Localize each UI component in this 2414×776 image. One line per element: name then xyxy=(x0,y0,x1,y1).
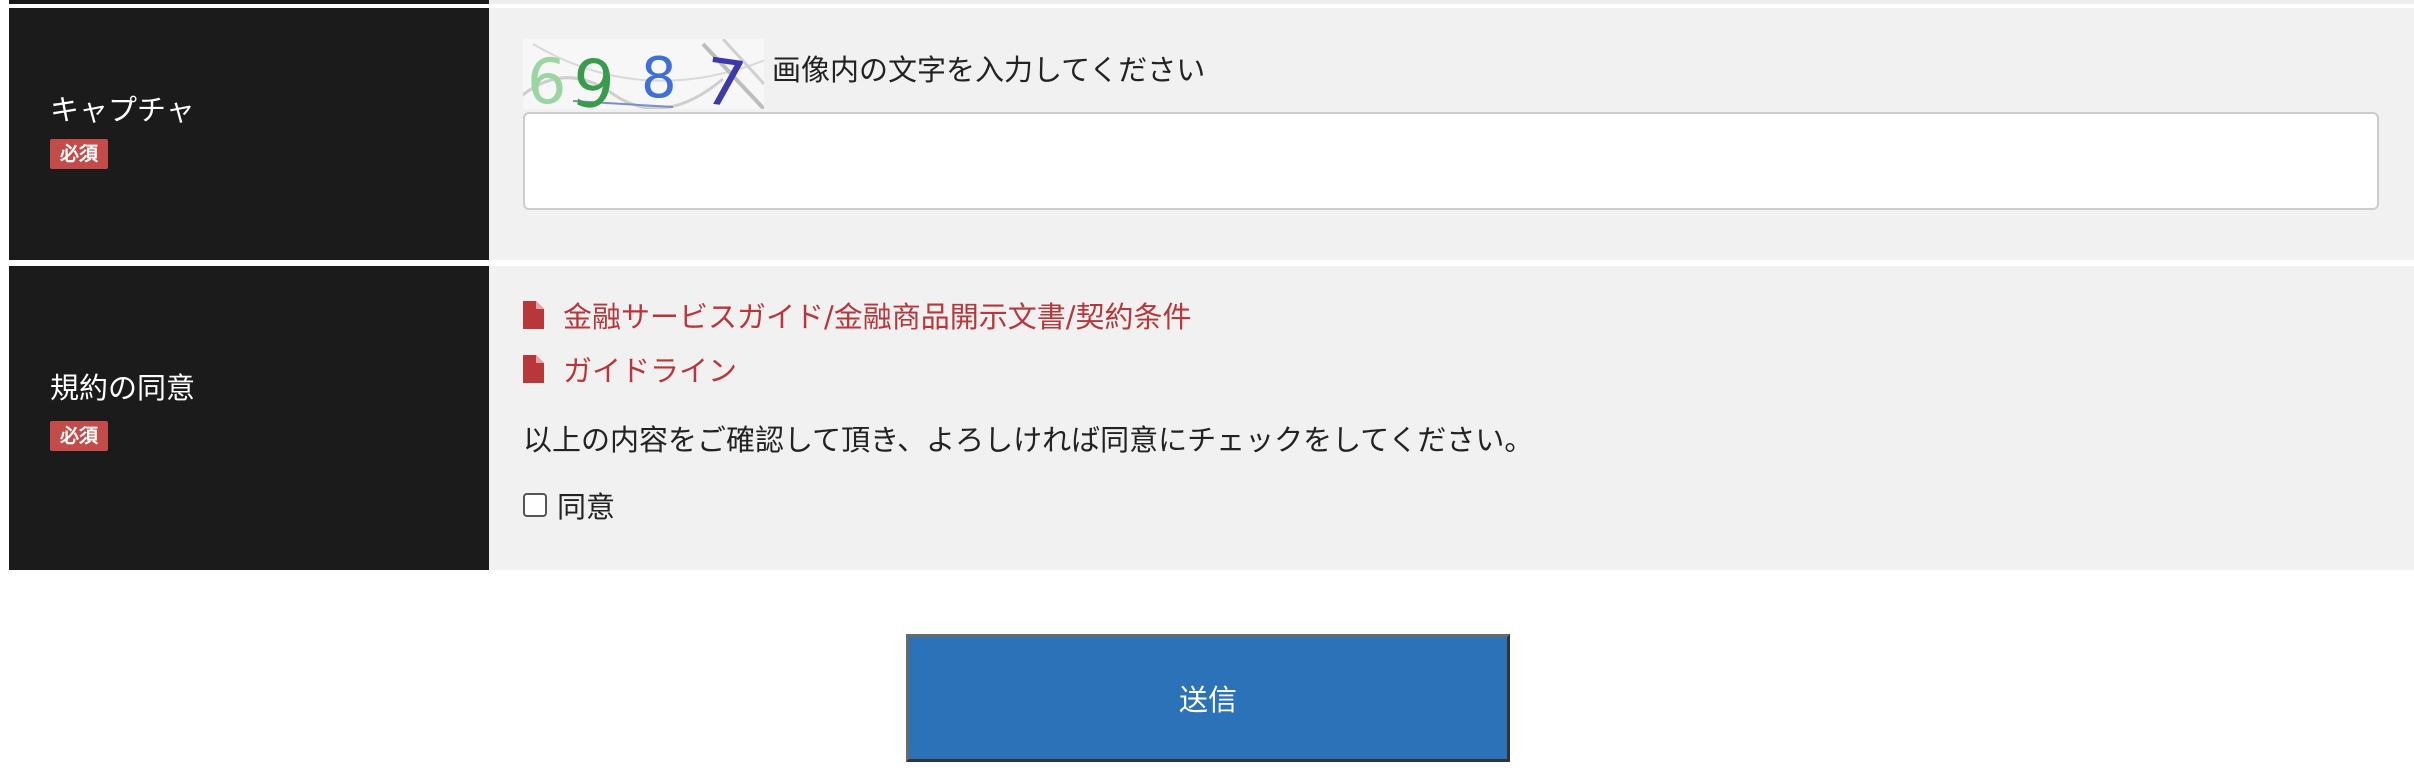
guideline-link-label: ガイドライン xyxy=(563,354,738,388)
captcha-label: キャプチャ xyxy=(50,93,195,127)
file-icon xyxy=(523,355,544,383)
agree-checkbox-text: 同意 xyxy=(557,490,616,524)
agreement-label-cell: 規約の同意 必須 xyxy=(9,266,489,570)
top-border-light xyxy=(489,0,2414,4)
file-icon xyxy=(523,301,544,329)
captcha-value-cell: 6 9 8 7 画像内の文字を入力してください xyxy=(489,8,2414,260)
agreement-value-cell: 金融サービスガイド/金融商品開示文書/契約条件 ガイドライン 以上の内容をご確認… xyxy=(489,266,2414,570)
svg-text:8: 8 xyxy=(641,46,677,109)
terms-document-link-label: 金融サービスガイド/金融商品開示文書/契約条件 xyxy=(563,300,1192,334)
top-border-dark xyxy=(9,0,489,4)
captcha-image: 6 9 8 7 xyxy=(523,39,764,109)
agree-checkbox[interactable] xyxy=(523,493,547,517)
captcha-instruction: 画像内の文字を入力してください xyxy=(772,53,1206,87)
agreement-row: 規約の同意 必須 金融サービスガイド/金融商品開示文書/契約条件 ガイドライン … xyxy=(0,266,2414,570)
required-badge: 必須 xyxy=(50,139,109,169)
captcha-row: キャプチャ 必須 6 9 8 7 画像内の文字を入力してください xyxy=(0,8,2414,260)
top-border xyxy=(0,0,2414,8)
svg-text:6: 6 xyxy=(527,45,566,109)
captcha-label-cell: キャプチャ 必須 xyxy=(9,8,489,260)
agreement-instruction: 以上の内容をご確認して頂き、よろしければ同意にチェックをしてください。 xyxy=(523,423,1534,457)
agree-checkbox-label[interactable]: 同意 xyxy=(523,484,615,526)
submit-button[interactable]: 送信 xyxy=(906,634,1510,762)
agreement-label: 規約の同意 xyxy=(50,371,196,405)
guideline-link[interactable]: ガイドライン xyxy=(523,349,737,389)
captcha-input[interactable] xyxy=(523,112,2379,210)
svg-text:9: 9 xyxy=(569,44,619,109)
terms-document-link[interactable]: 金融サービスガイド/金融商品開示文書/契約条件 xyxy=(523,295,1192,335)
required-badge: 必須 xyxy=(50,421,109,451)
